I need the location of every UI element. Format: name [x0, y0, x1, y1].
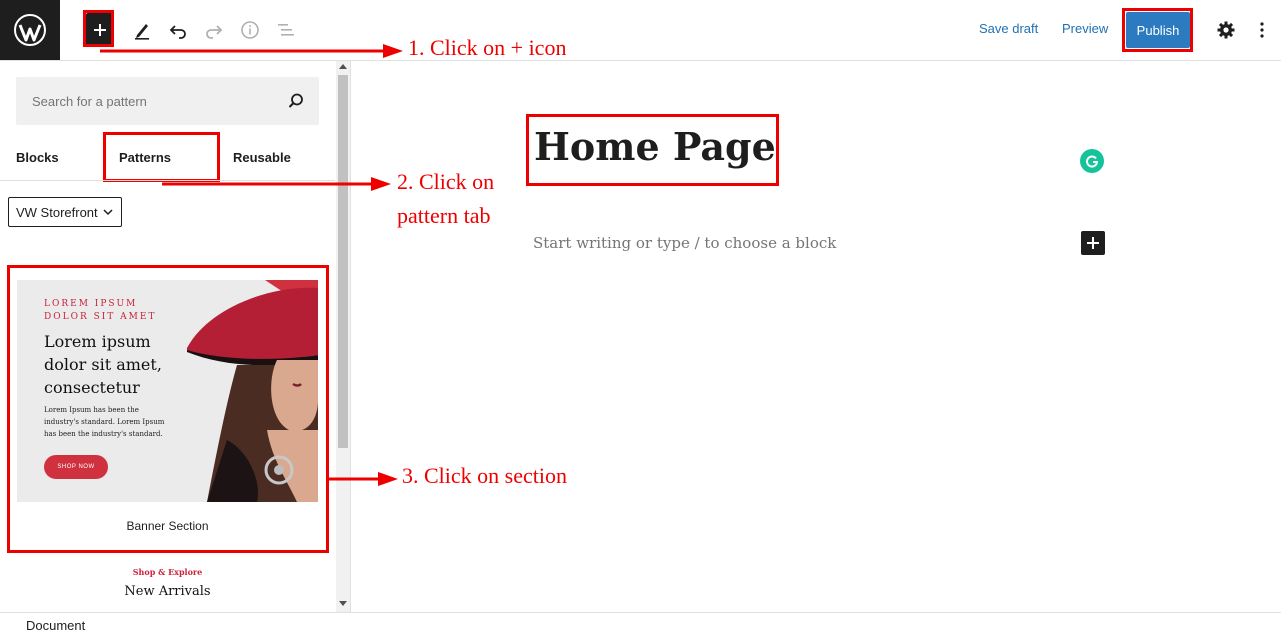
annotation-step-2-line-2: pattern tab: [397, 203, 491, 228]
annotation-step-3: 3. Click on section: [402, 463, 567, 488]
breadcrumb-document[interactable]: Document: [26, 618, 85, 633]
annotation-step-2-line-1: 2. Click on: [397, 169, 495, 194]
annotation-step-1: 1. Click on + icon: [408, 35, 567, 60]
editor-footer: Document: [0, 612, 1281, 638]
annotation-arrows: [100, 44, 403, 486]
